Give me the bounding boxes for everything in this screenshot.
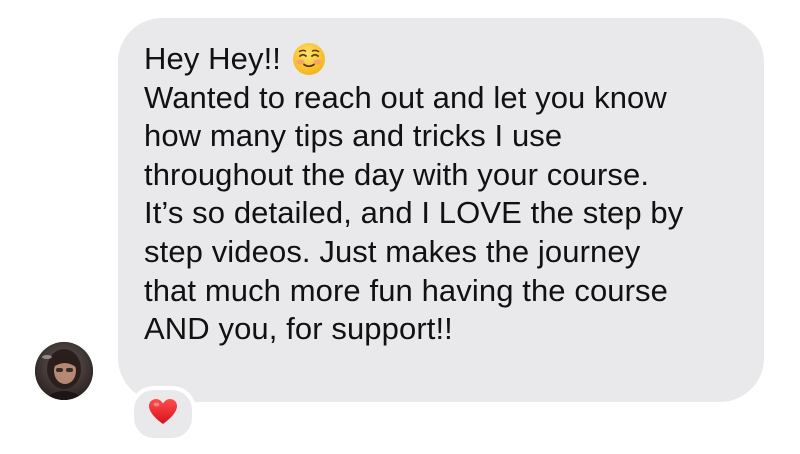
reaction-badge[interactable] <box>130 386 196 442</box>
heart-icon <box>148 398 178 431</box>
message-bubble[interactable]: Hey Hey!! Wanted to reach out and let yo… <box>118 18 764 402</box>
message-line: throughout the day with your course. <box>144 156 650 192</box>
smiling-face-icon <box>291 41 327 77</box>
avatar-photo <box>35 342 93 400</box>
message-thread: Hey Hey!! Wanted to reach out and let yo… <box>0 0 800 454</box>
message-line: It’s so detailed, and I LOVE the step by <box>144 195 684 231</box>
message-line: Wanted to reach out and let you know <box>144 79 667 115</box>
greeting-line: Hey Hey!! <box>144 40 740 79</box>
avatar[interactable] <box>35 342 93 400</box>
greeting-text: Hey Hey!! <box>144 41 281 76</box>
message-line: AND you, for support!! <box>144 311 453 347</box>
message-line: step videos. Just makes the journey <box>144 233 641 269</box>
message-line: that much more fun having the course <box>144 272 669 308</box>
message-line: how many tips and tricks I use <box>144 118 563 154</box>
